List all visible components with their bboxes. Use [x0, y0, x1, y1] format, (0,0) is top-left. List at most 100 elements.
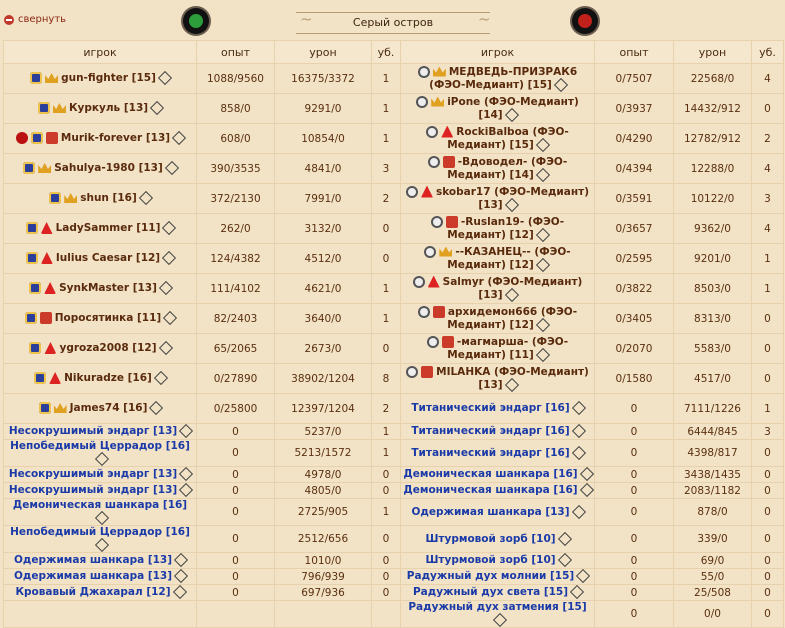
badge-icon	[416, 95, 429, 108]
info-icon[interactable]	[535, 167, 550, 182]
info-icon[interactable]	[158, 280, 173, 296]
info-icon[interactable]	[162, 250, 177, 266]
player-name[interactable]: Несокрушимый эндарг [13]	[9, 468, 177, 480]
player-name[interactable]: SynkMaster [13]	[59, 282, 157, 294]
player-cell-left: James74 [16]	[3, 393, 197, 424]
info-icon[interactable]	[149, 100, 165, 116]
player-name[interactable]: Murik-forever [13]	[61, 132, 170, 144]
info-icon[interactable]	[504, 107, 519, 122]
info-icon[interactable]	[504, 377, 519, 392]
info-icon[interactable]	[535, 317, 550, 332]
player-name[interactable]: ygroza2008 [12]	[59, 342, 156, 354]
info-icon[interactable]	[571, 445, 586, 460]
info-icon[interactable]	[157, 70, 172, 86]
player-name[interactable]: Куркуль [13]	[69, 102, 148, 114]
player-name[interactable]: архидемон666 (ФЭО-Медиант) [12]	[447, 306, 577, 331]
info-icon[interactable]	[173, 553, 189, 568]
exp-cell: 0/4394	[594, 153, 674, 184]
info-icon[interactable]	[172, 585, 187, 600]
info-icon[interactable]	[571, 424, 586, 439]
info-icon[interactable]	[162, 220, 177, 236]
kills-cell: 0	[371, 243, 401, 274]
player-name[interactable]: Iulius Caesar [12]	[56, 252, 160, 264]
damage-cell: 14432/912	[673, 93, 752, 124]
table-row: Iulius Caesar [12] 124/4382 4512/0 0 --КАЗАН…	[3, 243, 784, 274]
player-cell-left: SynkMaster [13]	[3, 273, 197, 304]
player-name[interactable]: Nikuradze [16]	[64, 372, 152, 384]
player-cell-left: Непобедимый Церрадор [16]	[3, 525, 197, 553]
player-name[interactable]: Демоническая шанкара [16]	[403, 484, 577, 496]
damage-cell: 5583/0	[673, 333, 752, 364]
player-name[interactable]: Одержимая шанкара [13]	[14, 554, 172, 566]
info-icon[interactable]	[171, 130, 187, 146]
player-name[interactable]: James74 [16]	[70, 402, 148, 414]
player-name[interactable]: Титанический эндарг [16]	[411, 402, 569, 414]
player-name[interactable]: -магмарша- (ФЭО-Медиант) [11]	[447, 336, 568, 361]
player-name[interactable]: Демоническая шанкара [16]	[13, 500, 187, 512]
info-icon[interactable]	[504, 287, 519, 302]
player-name[interactable]: LadySammer [11]	[56, 222, 161, 234]
player-cell-left: Несокрушимый эндарг [13]	[3, 466, 197, 483]
info-icon[interactable]	[557, 553, 572, 568]
info-icon[interactable]	[569, 585, 585, 600]
player-name[interactable]: Титанический эндарг [16]	[411, 425, 569, 437]
info-icon[interactable]	[535, 257, 550, 272]
player-name[interactable]: Радужный дух молнии [15]	[407, 570, 574, 582]
info-icon[interactable]	[138, 190, 153, 206]
player-name[interactable]: Несокрушимый эндарг [13]	[9, 484, 177, 496]
player-name[interactable]: Одержимая шанкара [13]	[411, 506, 569, 518]
info-icon[interactable]	[94, 510, 110, 525]
player-name[interactable]: Одержимая шанкара [13]	[14, 570, 172, 582]
info-icon[interactable]	[535, 227, 550, 242]
player-name[interactable]: gun-fighter [15]	[61, 72, 156, 84]
info-icon[interactable]	[149, 400, 164, 416]
info-icon[interactable]	[579, 483, 594, 498]
info-icon[interactable]	[164, 160, 179, 176]
player-name[interactable]: Непобедимый Церрадор [16]	[10, 441, 190, 453]
info-icon[interactable]	[504, 197, 519, 212]
info-icon[interactable]	[571, 400, 586, 416]
player-name[interactable]: Несокрушимый эндарг [13]	[9, 425, 177, 437]
mask-icon	[45, 132, 58, 144]
collapse-link[interactable]: свернуть	[4, 14, 66, 25]
info-icon[interactable]	[576, 569, 591, 584]
info-icon[interactable]	[571, 504, 586, 519]
player-name[interactable]: Кровавый Джахарал [12]	[15, 586, 170, 598]
info-icon[interactable]	[179, 483, 194, 498]
info-icon[interactable]	[158, 340, 173, 356]
player-name[interactable]: Штурмовой зорб [10]	[425, 554, 555, 566]
player-name[interactable]: Радужный дух затмения [15]	[408, 602, 586, 614]
player-name[interactable]: Штурмовой зорб [10]	[425, 533, 555, 545]
exp-cell: 0/3822	[594, 273, 674, 304]
kills-cell: 3	[751, 183, 784, 214]
player-name[interactable]: RockiBalboa (ФЭО-Медиант) [15]	[447, 126, 568, 151]
info-icon[interactable]	[94, 537, 110, 552]
info-icon[interactable]	[553, 77, 568, 92]
kills-cell: 0	[751, 568, 784, 585]
player-name[interactable]: Sahulya-1980 [13]	[54, 162, 163, 174]
info-icon[interactable]	[579, 467, 594, 482]
info-icon[interactable]	[173, 569, 189, 584]
player-name[interactable]: Титанический эндарг [16]	[411, 447, 569, 459]
player-name[interactable]: Непобедимый Церрадор [16]	[10, 527, 190, 539]
kills-cell: 0	[371, 552, 401, 569]
info-icon[interactable]	[179, 467, 194, 482]
player-name[interactable]: Поросятинка [11]	[55, 312, 161, 324]
info-icon[interactable]	[557, 531, 572, 546]
mont-icon	[427, 275, 440, 288]
info-icon[interactable]	[492, 612, 507, 627]
player-name[interactable]: Демоническая шанкара [16]	[403, 468, 577, 480]
player-name[interactable]: -Вдоводел- (ФЭО-Медиант) [14]	[447, 156, 567, 181]
info-icon[interactable]	[535, 347, 550, 362]
info-icon[interactable]	[179, 424, 194, 439]
info-icon[interactable]	[163, 310, 178, 326]
info-icon[interactable]	[535, 137, 550, 152]
info-icon[interactable]	[94, 451, 110, 466]
damage-cell: 12288/0	[673, 153, 752, 184]
exp-cell: 0/1580	[594, 363, 674, 394]
player-name[interactable]: Радужный дух света [15]	[413, 586, 568, 598]
player-name[interactable]: shun [16]	[80, 192, 137, 204]
player-cell-right: Штурмовой зорб [10]	[400, 525, 595, 553]
info-icon[interactable]	[153, 370, 168, 386]
player-name[interactable]: --КАЗАНЕЦ-- (ФЭО-Медиант) [12]	[447, 246, 570, 271]
